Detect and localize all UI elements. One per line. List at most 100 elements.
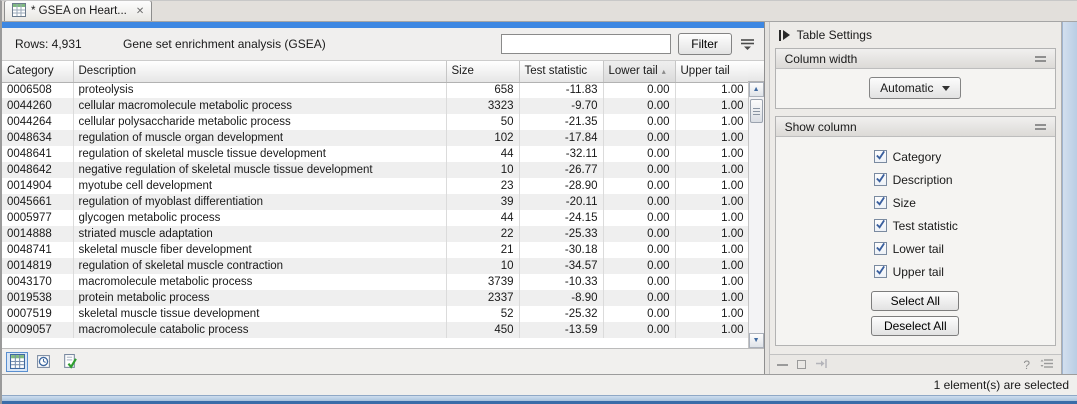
table-cell: 0.00 bbox=[603, 242, 675, 258]
chevron-down-icon bbox=[942, 86, 950, 91]
table-cell: 0043170 bbox=[2, 274, 73, 290]
restore-panel-icon[interactable] bbox=[797, 360, 806, 369]
checkbox-icon[interactable] bbox=[874, 219, 887, 232]
table-cell: 1.00 bbox=[675, 130, 749, 146]
header-filler bbox=[748, 61, 764, 82]
table-row[interactable]: 0048741skeletal muscle fiber development… bbox=[2, 242, 749, 258]
table-cell: -32.11 bbox=[519, 146, 603, 162]
table-row[interactable]: 0048641regulation of skeletal muscle tis… bbox=[2, 146, 749, 162]
select-all-button[interactable]: Select All bbox=[871, 291, 959, 311]
show-column-option-description[interactable]: Description bbox=[776, 168, 1055, 191]
table-cell: myotube cell development bbox=[73, 178, 446, 194]
checkbox-icon[interactable] bbox=[874, 150, 887, 163]
tab-close-icon[interactable]: ✕ bbox=[136, 6, 144, 17]
column-width-dropdown[interactable]: Automatic bbox=[869, 77, 961, 99]
column-header-lower-tail[interactable]: Lower tail▴ bbox=[603, 61, 675, 82]
column-header-label: Lower tail bbox=[609, 65, 658, 77]
table-row[interactable]: 0005977glycogen metabolic process44-24.1… bbox=[2, 210, 749, 226]
table-cell: 0044264 bbox=[2, 114, 73, 130]
table-cell: 0006508 bbox=[2, 82, 73, 98]
group-collapse-icon[interactable] bbox=[1035, 56, 1046, 62]
table-cell: 3739 bbox=[446, 274, 519, 290]
table-icon bbox=[12, 3, 26, 20]
column-header-upper-tail[interactable]: Upper tail bbox=[675, 61, 749, 82]
table-cell: 1.00 bbox=[675, 146, 749, 162]
table-cell: 450 bbox=[446, 322, 519, 338]
column-header-description[interactable]: Description bbox=[73, 61, 446, 82]
table-settings-header: Table Settings bbox=[770, 22, 1061, 48]
minimize-panel-icon[interactable] bbox=[777, 364, 788, 366]
checkbox-label: Category bbox=[893, 150, 942, 164]
table-cell: -30.18 bbox=[519, 242, 603, 258]
column-width-group-header[interactable]: Column width bbox=[776, 49, 1055, 69]
show-column-option-test-statistic[interactable]: Test statistic bbox=[776, 214, 1055, 237]
gsea-table: Category Description Size Test statistic… bbox=[2, 61, 764, 348]
show-column-option-size[interactable]: Size bbox=[776, 191, 1055, 214]
checkbox-icon[interactable] bbox=[874, 242, 887, 255]
table-cell: 0.00 bbox=[603, 306, 675, 322]
column-header-size[interactable]: Size bbox=[446, 61, 519, 82]
table-cell: 3323 bbox=[446, 98, 519, 114]
table-cell: 0019538 bbox=[2, 290, 73, 306]
filter-button[interactable]: Filter bbox=[678, 33, 732, 55]
table-cell: -25.33 bbox=[519, 226, 603, 242]
checkbox-label: Lower tail bbox=[893, 242, 944, 256]
column-header-test-statistic[interactable]: Test statistic bbox=[519, 61, 603, 82]
panel-collapse-icon[interactable] bbox=[779, 30, 790, 41]
table-row[interactable]: 0019538protein metabolic process2337-8.9… bbox=[2, 290, 749, 306]
table-cell: -11.83 bbox=[519, 82, 603, 98]
advanced-filter-icon[interactable] bbox=[740, 38, 755, 50]
table-cell: regulation of muscle organ development bbox=[73, 130, 446, 146]
scroll-up-button[interactable]: ▲ bbox=[749, 82, 764, 97]
group-collapse-icon[interactable] bbox=[1035, 124, 1046, 130]
panel-presets-icon[interactable] bbox=[1040, 358, 1054, 372]
table-cell: 0044260 bbox=[2, 98, 73, 114]
checkbox-icon[interactable] bbox=[874, 265, 887, 278]
status-bar: 1 element(s) are selected bbox=[2, 374, 1077, 395]
show-column-option-category[interactable]: Category bbox=[776, 145, 1055, 168]
show-column-option-lower-tail[interactable]: Lower tail bbox=[776, 237, 1055, 260]
table-cell: 1.00 bbox=[675, 114, 749, 130]
table-cell: -26.77 bbox=[519, 162, 603, 178]
table-row[interactable]: 0006508proteolysis658-11.830.001.00 bbox=[2, 82, 749, 98]
table-row[interactable]: 0009057macromolecule catabolic process45… bbox=[2, 322, 749, 338]
table-row[interactable]: 0044260cellular macromolecule metabolic … bbox=[2, 98, 749, 114]
table-cell: 0048741 bbox=[2, 242, 73, 258]
vertical-scrollbar[interactable]: ▲ ▼ bbox=[748, 82, 764, 348]
show-column-option-upper-tail[interactable]: Upper tail bbox=[776, 260, 1055, 283]
filter-input[interactable] bbox=[501, 34, 671, 54]
element-info-view-button[interactable] bbox=[58, 352, 80, 372]
show-column-body: Category DescriptionSizeTest statistic Low… bbox=[776, 137, 1055, 345]
table-cell: 1.00 bbox=[675, 274, 749, 290]
table-cell: 0.00 bbox=[603, 178, 675, 194]
scrollbar-thumb[interactable] bbox=[750, 99, 763, 123]
checkbox-icon[interactable] bbox=[874, 196, 887, 209]
table-cell: 0.00 bbox=[603, 194, 675, 210]
table-cell: striated muscle adaptation bbox=[73, 226, 446, 242]
help-icon[interactable]: ? bbox=[1023, 358, 1030, 372]
table-cell: 1.00 bbox=[675, 306, 749, 322]
scroll-down-button[interactable]: ▼ bbox=[749, 333, 764, 348]
table-row[interactable]: 0045661regulation of myoblast differenti… bbox=[2, 194, 749, 210]
history-view-button[interactable] bbox=[32, 352, 54, 372]
table-row[interactable]: 0048642negative regulation of skeletal m… bbox=[2, 162, 749, 178]
deselect-all-button[interactable]: Deselect All bbox=[871, 316, 959, 336]
table-row[interactable]: 0007519skeletal muscle tissue developmen… bbox=[2, 306, 749, 322]
table-cell: -25.32 bbox=[519, 306, 603, 322]
show-column-group-header[interactable]: Show column bbox=[776, 117, 1055, 137]
table-cell: 39 bbox=[446, 194, 519, 210]
column-header-category[interactable]: Category bbox=[2, 61, 73, 82]
table-row[interactable]: 0044264cellular polysaccharide metabolic… bbox=[2, 114, 749, 130]
checkbox-icon[interactable] bbox=[874, 173, 887, 186]
tab-bar: * GSEA on Heart... ✕ bbox=[2, 1, 1077, 22]
table-row[interactable]: 0014904myotube cell development23-28.900… bbox=[2, 178, 749, 194]
table-cell: cellular polysaccharide metabolic proces… bbox=[73, 114, 446, 130]
table-row[interactable]: 0014888striated muscle adaptation22-25.3… bbox=[2, 226, 749, 242]
table-row[interactable]: 0014819regulation of skeletal muscle con… bbox=[2, 258, 749, 274]
table-row[interactable]: 0043170macromolecule metabolic process37… bbox=[2, 274, 749, 290]
dock-panel-icon[interactable] bbox=[815, 358, 828, 372]
table-row[interactable]: 0048634regulation of muscle organ develo… bbox=[2, 130, 749, 146]
tab-gsea-on-heart[interactable]: * GSEA on Heart... ✕ bbox=[4, 0, 152, 21]
table-view-button[interactable] bbox=[6, 352, 28, 372]
table-cell: -21.35 bbox=[519, 114, 603, 130]
